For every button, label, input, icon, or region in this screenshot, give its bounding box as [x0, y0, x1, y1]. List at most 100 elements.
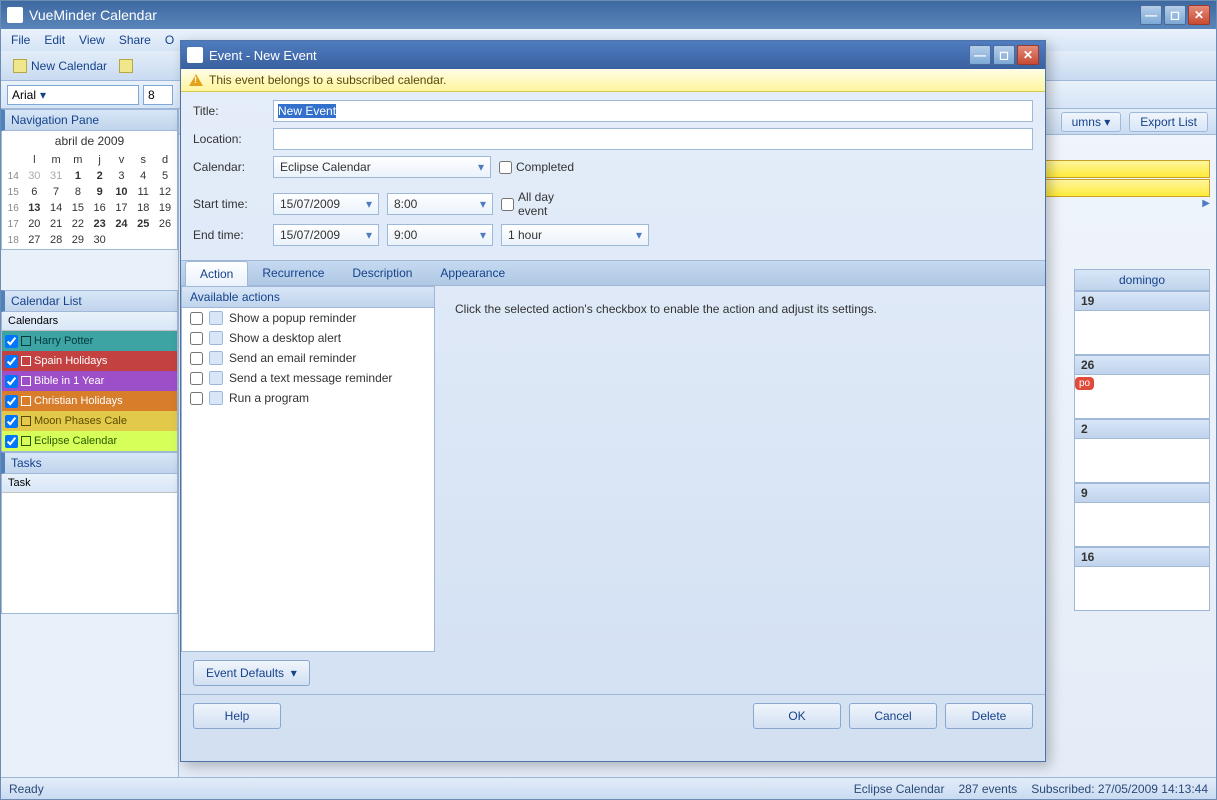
- mini-day[interactable]: [133, 233, 153, 247]
- tab-description[interactable]: Description: [338, 261, 426, 285]
- mini-day[interactable]: 3: [112, 169, 132, 183]
- completed-checkbox[interactable]: Completed: [499, 160, 571, 174]
- mini-day[interactable]: 13: [24, 201, 44, 215]
- title-input[interactable]: New Event: [273, 100, 1033, 122]
- day-cell[interactable]: 16: [1074, 547, 1210, 611]
- calendar-list-header[interactable]: Calendar List: [1, 290, 178, 312]
- nav-pane-header[interactable]: Navigation Pane: [1, 109, 178, 131]
- mini-day[interactable]: 5: [155, 169, 175, 183]
- day-cell[interactable]: 26po: [1074, 355, 1210, 419]
- tab-action[interactable]: Action: [185, 261, 248, 286]
- mini-day[interactable]: 20: [24, 217, 44, 231]
- action-checkbox[interactable]: [190, 312, 203, 325]
- font-size-combo[interactable]: 8: [143, 85, 173, 105]
- mini-day[interactable]: 7: [46, 185, 66, 199]
- action-checkbox[interactable]: [190, 352, 203, 365]
- menu-view[interactable]: View: [73, 31, 111, 49]
- calendar-item[interactable]: Harry Potter: [2, 331, 177, 351]
- mini-day[interactable]: 12: [155, 185, 175, 199]
- mini-day[interactable]: 24: [112, 217, 132, 231]
- calendar-item[interactable]: Bible in 1 Year: [2, 371, 177, 391]
- cancel-button[interactable]: Cancel: [849, 703, 937, 729]
- start-date-combo[interactable]: 15/07/2009▾: [273, 193, 379, 215]
- start-time-combo[interactable]: 8:00▾: [387, 193, 493, 215]
- action-checkbox[interactable]: [190, 392, 203, 405]
- tab-recurrence[interactable]: Recurrence: [248, 261, 338, 285]
- menu-share[interactable]: Share: [113, 31, 157, 49]
- calendar-checkbox[interactable]: [5, 375, 18, 388]
- calendar-item[interactable]: Moon Phases Cale: [2, 411, 177, 431]
- task-column-header[interactable]: Task: [2, 474, 177, 493]
- toolbar-icon-2[interactable]: [119, 59, 133, 73]
- all-day-checkbox[interactable]: All day event: [501, 190, 573, 218]
- day-cell[interactable]: 9: [1074, 483, 1210, 547]
- dialog-minimize-button[interactable]: —: [969, 45, 991, 65]
- mini-day[interactable]: 19: [155, 201, 175, 215]
- event-defaults-button[interactable]: Event Defaults ▾: [193, 660, 310, 686]
- mini-day[interactable]: 9: [90, 185, 110, 199]
- mini-day[interactable]: 16: [90, 201, 110, 215]
- action-item[interactable]: Show a desktop alert: [182, 328, 434, 348]
- calendar-item[interactable]: Eclipse Calendar: [2, 431, 177, 451]
- main-close-button[interactable]: ✕: [1188, 5, 1210, 25]
- calendar-checkbox[interactable]: [5, 415, 18, 428]
- mini-day[interactable]: 26: [155, 217, 175, 231]
- mini-day[interactable]: [155, 233, 175, 247]
- action-item[interactable]: Send an email reminder: [182, 348, 434, 368]
- main-minimize-button[interactable]: —: [1140, 5, 1162, 25]
- menu-file[interactable]: File: [5, 31, 36, 49]
- event-badge[interactable]: po: [1075, 377, 1094, 390]
- columns-button[interactable]: umns ▾: [1061, 112, 1122, 132]
- duration-combo[interactable]: 1 hour▾: [501, 224, 649, 246]
- mini-day[interactable]: 8: [68, 185, 88, 199]
- end-date-combo[interactable]: 15/07/2009▾: [273, 224, 379, 246]
- new-calendar-button[interactable]: New Calendar: [7, 57, 113, 75]
- ok-button[interactable]: OK: [753, 703, 841, 729]
- mini-day[interactable]: 30: [24, 169, 44, 183]
- mini-day[interactable]: 18: [133, 201, 153, 215]
- dialog-close-button[interactable]: ✕: [1017, 45, 1039, 65]
- main-maximize-button[interactable]: ◻: [1164, 5, 1186, 25]
- mini-day[interactable]: 28: [46, 233, 66, 247]
- location-input[interactable]: [273, 128, 1033, 150]
- mini-day[interactable]: 21: [46, 217, 66, 231]
- mini-calendar[interactable]: lmmjvsd143031123451567891011121613141516…: [2, 151, 177, 249]
- mini-day[interactable]: 11: [133, 185, 153, 199]
- mini-day[interactable]: 29: [68, 233, 88, 247]
- mini-day[interactable]: 6: [24, 185, 44, 199]
- mini-day[interactable]: 2: [90, 169, 110, 183]
- delete-button[interactable]: Delete: [945, 703, 1033, 729]
- mini-day[interactable]: 10: [112, 185, 132, 199]
- day-cell[interactable]: 2: [1074, 419, 1210, 483]
- action-item[interactable]: Run a program: [182, 388, 434, 408]
- menu-more[interactable]: O: [159, 31, 180, 49]
- calendar-combo[interactable]: Eclipse Calendar▾: [273, 156, 491, 178]
- mini-day[interactable]: 4: [133, 169, 153, 183]
- mini-day[interactable]: [112, 233, 132, 247]
- mini-day[interactable]: 25: [133, 217, 153, 231]
- mini-day[interactable]: 30: [90, 233, 110, 247]
- mini-day[interactable]: 1: [68, 169, 88, 183]
- mini-day[interactable]: 22: [68, 217, 88, 231]
- dialog-maximize-button[interactable]: ◻: [993, 45, 1015, 65]
- help-button[interactable]: Help: [193, 703, 281, 729]
- mini-day[interactable]: 15: [68, 201, 88, 215]
- menu-edit[interactable]: Edit: [38, 31, 71, 49]
- calendar-item[interactable]: Christian Holidays: [2, 391, 177, 411]
- action-checkbox[interactable]: [190, 332, 203, 345]
- export-list-button[interactable]: Export List: [1129, 112, 1208, 132]
- mini-day[interactable]: 14: [46, 201, 66, 215]
- action-item[interactable]: Show a popup reminder: [182, 308, 434, 328]
- end-time-combo[interactable]: 9:00▾: [387, 224, 493, 246]
- dialog-titlebar[interactable]: Event - New Event — ◻ ✕: [181, 41, 1045, 69]
- calendar-checkbox[interactable]: [5, 355, 18, 368]
- calendar-checkbox[interactable]: [5, 335, 18, 348]
- action-checkbox[interactable]: [190, 372, 203, 385]
- main-titlebar[interactable]: VueMinder Calendar — ◻ ✕: [1, 1, 1216, 29]
- calendar-checkbox[interactable]: [5, 435, 18, 448]
- mini-day[interactable]: 31: [46, 169, 66, 183]
- calendar-checkbox[interactable]: [5, 395, 18, 408]
- mini-day[interactable]: 27: [24, 233, 44, 247]
- day-cell[interactable]: 19: [1074, 291, 1210, 355]
- tasks-header[interactable]: Tasks: [1, 452, 178, 474]
